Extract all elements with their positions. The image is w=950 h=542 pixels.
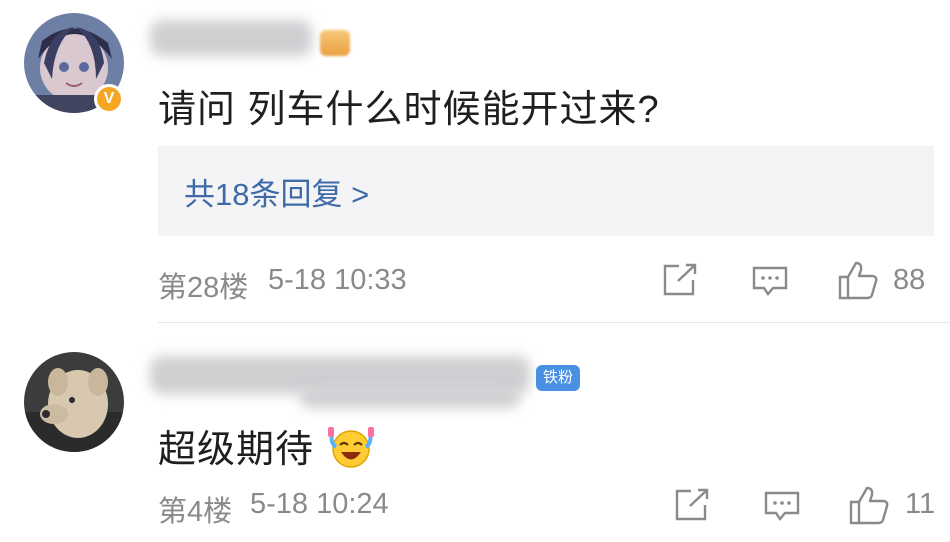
comment-time: 5-18 10:33 [268,264,407,296]
comment-item: V 请问 列车什么时候能开过来? 共18条回复 > 第28楼 5-18 10:3… [0,0,950,322]
comment-floor: 第4楼 [158,496,233,528]
share-icon[interactable] [674,488,710,527]
reply-box[interactable]: 共18条回复 > [158,146,934,236]
like-icon[interactable] [848,485,890,530]
comment-floor: 第28楼 [158,272,249,304]
username[interactable] [150,20,312,56]
like-count: 11 [905,488,936,520]
verified-icon: V [94,84,124,114]
like-icon[interactable] [837,260,879,305]
share-icon[interactable] [662,263,698,302]
view-replies-link[interactable]: 共18条回复 > [184,169,369,214]
comment-text: 超级期待 [158,418,374,479]
comment-text-content: 超级期待 [158,429,315,471]
level-badge-icon [320,30,350,56]
reply-icon[interactable] [763,490,801,527]
reply-icon[interactable] [751,265,789,302]
fan-badge: 铁粉 [536,365,581,391]
avatar[interactable] [24,352,124,452]
comment-time: 5-18 10:24 [250,488,389,520]
comment-item: 铁粉 超级期待 第4楼 5-18 10:24 11 [0,322,950,542]
laughing-crying-emoji-icon [327,425,374,479]
like-count: 88 [893,264,926,296]
comment-text: 请问 列车什么时候能开过来? [158,89,660,131]
username-subline [300,388,520,408]
